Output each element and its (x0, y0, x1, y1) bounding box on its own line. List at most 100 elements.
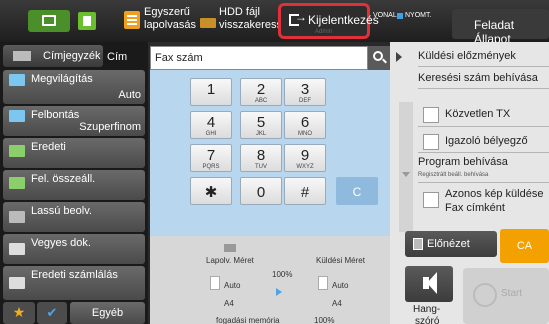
favorite-button[interactable]: ★ (3, 302, 35, 324)
preview-button[interactable]: Előnézet (405, 231, 497, 257)
slow-scan-button[interactable]: Lassú beolv. (3, 202, 145, 232)
speaker-label: Hang- (413, 304, 441, 315)
exposure-button[interactable]: Megvilágítás Auto (3, 70, 145, 104)
key-hash-digit: # (300, 184, 310, 201)
clear-key[interactable]: C (336, 177, 378, 205)
same-image-checkbox[interactable] (423, 192, 439, 208)
hdd-icon (200, 18, 216, 28)
key-9-letters: WXYZ (296, 164, 314, 170)
mixed-size-label: Vegyes dok. (31, 237, 91, 249)
original-count-icon (9, 277, 25, 289)
key-8[interactable]: 8 TUV (240, 144, 282, 172)
easy-scan-icon (124, 11, 140, 29)
key-4[interactable]: 4 GHI (190, 111, 232, 139)
scan-auto-value[interactable]: Auto (224, 281, 240, 290)
exposure-value: Auto (118, 89, 141, 101)
logout-button[interactable]: → Kijelentkezés Admin (278, 3, 379, 39)
key-2-digit: 2 (256, 81, 266, 98)
home-button[interactable] (28, 10, 70, 32)
original-label: Eredeti (31, 141, 66, 153)
separator (418, 182, 549, 183)
speaker-label-2: szóró (415, 316, 440, 324)
resolution-label: Felbontás (31, 109, 80, 121)
key-3-letters: DEF (299, 98, 311, 104)
send-paper-icon (318, 276, 328, 290)
file-merge-button[interactable]: Fel. összeáll. (3, 170, 145, 200)
original-scanner-icon (224, 244, 236, 252)
original-count-label: Eredeti számlálás (31, 269, 118, 281)
original-count-button[interactable]: Eredeti számlálás (3, 266, 145, 300)
fax-number-field[interactable]: Fax szám (150, 46, 368, 70)
key-7-letters: PQRS (202, 164, 220, 170)
speaker-button[interactable] (405, 266, 453, 302)
key-star[interactable]: ✱ (190, 177, 232, 205)
start-label: Start (501, 288, 523, 299)
original-icon (9, 145, 25, 157)
key-8-letters: TUV (255, 164, 267, 170)
memory-label: fogadási memória (216, 316, 280, 324)
direct-tx-checkbox[interactable] (423, 107, 439, 123)
line-status: VONAL (373, 12, 397, 19)
expand-arrow-icon[interactable] (396, 52, 402, 62)
key-1[interactable]: 1 (190, 78, 232, 106)
exposure-label: Megvilágítás (31, 73, 93, 85)
app-launcher-icon[interactable] (78, 12, 96, 30)
preview-icon (413, 238, 423, 250)
key-4-digit: 4 (206, 114, 216, 131)
registered-settings-label: Regisztrált beáll. behívása (418, 172, 489, 178)
star-icon: ★ (12, 304, 26, 320)
separator (418, 126, 549, 127)
home-icon (42, 15, 56, 26)
scan-size-label: Lapolv. Méret (206, 256, 254, 265)
other-button[interactable]: Egyéb (70, 302, 145, 324)
options-scrollbar[interactable] (399, 102, 413, 232)
check-button[interactable]: ✔ (37, 302, 67, 324)
direct-tx-label: Közvetlen TX (445, 108, 511, 120)
key-3[interactable]: 3 DEF (284, 78, 326, 106)
separator (418, 66, 549, 67)
logout-label: Kijelentkezés (308, 13, 379, 27)
stamp-checkbox[interactable] (423, 134, 439, 150)
program-recall-button[interactable]: Program behívása (418, 156, 508, 168)
start-icon (473, 283, 497, 307)
send-size-label: Küldési Méret (316, 256, 365, 265)
hdd-label-1: HDD fájl (219, 6, 260, 18)
top-bar: Egyszerű lapolvasás HDD fájl visszakeres… (0, 0, 549, 46)
hdd-retrieve-button[interactable]: HDD fájl visszakeress (219, 6, 282, 32)
separator (418, 88, 549, 89)
logout-user: Admin (315, 29, 333, 35)
address-book-label: Címjegyzék (43, 50, 101, 62)
key-0[interactable]: 0 (240, 177, 282, 205)
address-label: Cím (107, 51, 128, 63)
resolution-value: Szuperfinom (79, 121, 141, 133)
send-history-button[interactable]: Küldési előzmények (418, 50, 516, 62)
key-7[interactable]: 7 PQRS (190, 144, 232, 172)
ratio-arrow-icon (276, 288, 282, 296)
clear-all-button[interactable]: CA (500, 229, 549, 263)
scroll-down-icon (402, 172, 410, 177)
print-status-icon (397, 13, 403, 19)
easy-scan-button[interactable]: Egyszerű lapolvasás (144, 6, 196, 32)
job-status-button[interactable]: Feladat Állapot (452, 9, 549, 46)
start-button[interactable]: Start (463, 268, 549, 324)
key-hash[interactable]: # (284, 177, 326, 205)
logout-arrow-icon: → (295, 10, 307, 24)
key-9-digit: 9 (300, 147, 310, 164)
resolution-button[interactable]: Felbontás Szuperfinom (3, 106, 145, 136)
key-8-digit: 8 (256, 147, 266, 164)
key-0-digit: 0 (256, 184, 266, 201)
recall-number-button[interactable]: Keresési szám behívása (418, 72, 538, 84)
send-auto-value[interactable]: Auto (332, 281, 348, 290)
key-2[interactable]: 2 ABC (240, 78, 282, 106)
search-button[interactable] (368, 46, 390, 70)
scan-paper-icon (210, 276, 220, 290)
key-6[interactable]: 6 MNO (284, 111, 326, 139)
same-image-label-2: Fax címként (445, 202, 505, 214)
address-book-button[interactable]: Címjegyzék (3, 45, 103, 67)
scan-paper-size: A4 (224, 299, 234, 308)
mixed-size-button[interactable]: Vegyes dok. (3, 234, 145, 264)
key-9[interactable]: 9 WXYZ (284, 144, 326, 172)
key-5[interactable]: 5 JKL (240, 111, 282, 139)
scan-info-panel (150, 236, 390, 324)
original-button[interactable]: Eredeti (3, 138, 145, 168)
